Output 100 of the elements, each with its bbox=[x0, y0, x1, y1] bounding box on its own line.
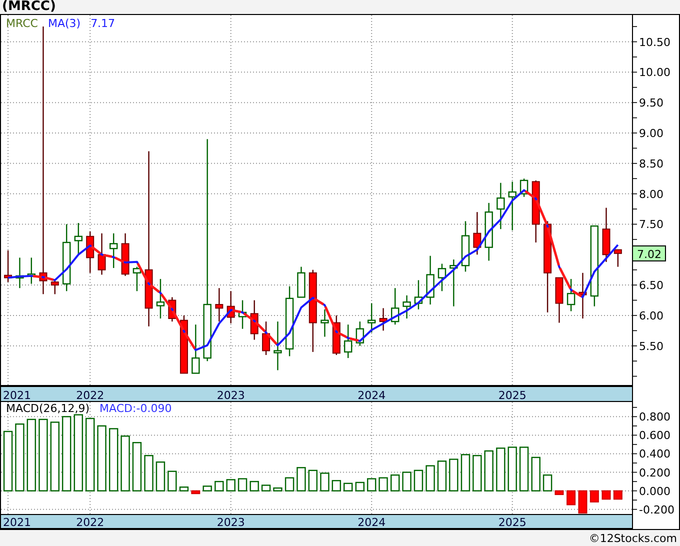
candlestick bbox=[192, 324, 200, 374]
axis-label: 2023 bbox=[216, 516, 245, 529]
candlestick bbox=[156, 278, 165, 318]
axis-label: 10.00 bbox=[639, 66, 670, 80]
histogram-bar bbox=[261, 484, 271, 492]
candlestick bbox=[508, 182, 516, 230]
price-label: 7.02 bbox=[632, 245, 666, 262]
histogram-bar bbox=[50, 422, 60, 492]
axis-label: 10.50 bbox=[639, 36, 670, 49]
histogram-bar bbox=[273, 487, 282, 492]
histogram-bar bbox=[449, 458, 458, 492]
histogram-bar bbox=[531, 456, 540, 492]
histogram-bar bbox=[320, 472, 330, 492]
histogram-bar bbox=[226, 479, 236, 492]
candlestick bbox=[520, 178, 528, 197]
candlestick bbox=[274, 322, 282, 370]
axis-label: 2021 bbox=[3, 389, 31, 402]
axis-label: 6.00 bbox=[639, 309, 664, 322]
candlestick bbox=[344, 324, 352, 358]
candlestick bbox=[4, 250, 12, 282]
candlestick bbox=[414, 280, 423, 310]
candlestick bbox=[320, 309, 329, 337]
histogram-bar bbox=[109, 428, 118, 492]
axis-label: -0.200 bbox=[639, 503, 674, 516]
histogram-bar bbox=[168, 470, 177, 492]
candlestick bbox=[368, 303, 376, 332]
axis-label: 2024 bbox=[358, 516, 386, 529]
axis-label: 2025 bbox=[498, 389, 526, 402]
candlestick bbox=[496, 182, 505, 230]
axis-label: 2024 bbox=[358, 389, 386, 402]
histogram-bar bbox=[214, 480, 224, 492]
histogram-bar bbox=[15, 423, 24, 492]
candlestick bbox=[450, 260, 458, 306]
axis-label: 2022 bbox=[76, 516, 104, 529]
histogram-bar bbox=[202, 486, 212, 492]
histogram-bar bbox=[578, 490, 588, 514]
candlestick bbox=[602, 208, 610, 262]
axis-label: 5.50 bbox=[639, 340, 664, 353]
axis-label: 9.00 bbox=[639, 127, 664, 140]
histogram-bar bbox=[3, 430, 13, 492]
histogram-bar bbox=[402, 472, 412, 492]
histogram-bar bbox=[460, 454, 470, 492]
legend-text: MRCC bbox=[6, 17, 38, 30]
histogram-bar bbox=[367, 478, 376, 492]
candlestick bbox=[180, 315, 188, 374]
histogram-bar bbox=[332, 480, 342, 492]
candlestick bbox=[215, 288, 224, 322]
candlestick bbox=[74, 223, 83, 255]
histogram-bar bbox=[378, 477, 388, 492]
histogram-bar bbox=[437, 460, 447, 492]
candlestick bbox=[555, 277, 564, 323]
candlestick bbox=[98, 233, 106, 275]
axis-label: 8.00 bbox=[639, 188, 664, 201]
axis-label: 6.50 bbox=[639, 279, 664, 292]
candlestick bbox=[262, 322, 270, 355]
histogram-bar bbox=[97, 425, 106, 492]
candlestick bbox=[285, 286, 294, 356]
candlestick bbox=[578, 272, 587, 318]
axis-label: 2025 bbox=[498, 516, 526, 529]
candlestick bbox=[121, 233, 130, 276]
histogram-bar bbox=[554, 490, 564, 496]
candlestick bbox=[16, 258, 24, 288]
candlestick bbox=[250, 300, 258, 340]
histogram-bar bbox=[308, 470, 318, 492]
histogram-bar bbox=[590, 490, 599, 502]
axis-label: 8.50 bbox=[639, 157, 664, 170]
legend-text: 7.17 bbox=[90, 17, 116, 30]
axis-label: 9.50 bbox=[639, 96, 664, 110]
candlestick bbox=[473, 212, 482, 255]
histogram-bar bbox=[613, 490, 622, 500]
candlestick bbox=[532, 180, 540, 242]
axis-label: 2021 bbox=[3, 516, 31, 529]
axis-label: 2023 bbox=[216, 389, 245, 402]
axis-label: 0.600 bbox=[639, 429, 670, 442]
candlestick bbox=[391, 288, 400, 325]
candlestick bbox=[238, 300, 247, 329]
histogram-bar bbox=[426, 465, 435, 492]
histogram-bar bbox=[355, 482, 365, 492]
histogram-bar bbox=[156, 461, 166, 492]
candlestick bbox=[461, 221, 470, 272]
chart-title: (MRCC) bbox=[2, 0, 56, 14]
axis-label: 2022 bbox=[76, 389, 104, 402]
candlestick bbox=[356, 322, 364, 346]
candlestick bbox=[27, 258, 36, 284]
candlestick bbox=[110, 233, 118, 268]
histogram-bar bbox=[602, 490, 611, 500]
histogram-bar bbox=[284, 477, 294, 492]
histogram-bar bbox=[344, 482, 353, 492]
histogram-bar bbox=[472, 454, 482, 492]
histogram-bar bbox=[508, 446, 517, 492]
histogram-bar bbox=[179, 486, 189, 492]
copyright-text: ©12Stocks.com bbox=[588, 532, 677, 544]
candlestick bbox=[614, 249, 622, 267]
candlestick bbox=[86, 232, 94, 273]
candlestick bbox=[226, 291, 235, 324]
candlestick bbox=[484, 202, 493, 261]
histogram-bar bbox=[414, 470, 424, 492]
candlestick bbox=[62, 224, 71, 292]
axis-label: 0.400 bbox=[639, 448, 670, 461]
histogram-bar bbox=[519, 446, 529, 492]
